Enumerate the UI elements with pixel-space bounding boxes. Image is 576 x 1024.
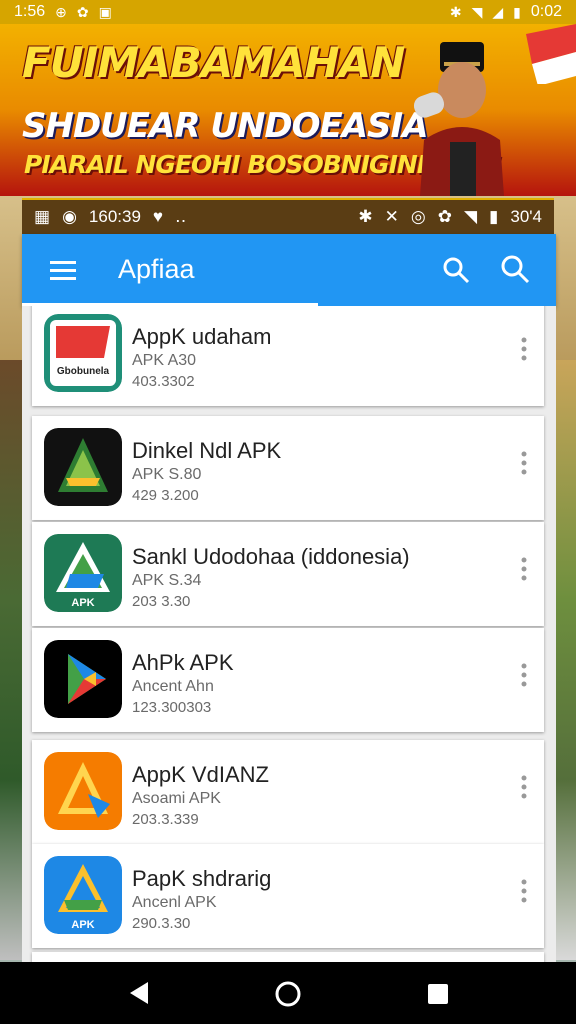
app-subtitle: Asoami APK (132, 790, 221, 807)
list-item[interactable]: APK PapK shdrarig Ancenl APK 290.3.30 (32, 844, 544, 948)
app-name: PapK shdrarig (132, 866, 272, 891)
app-icon: APK (44, 856, 122, 934)
more-options-icon[interactable] (520, 774, 528, 800)
more-options-icon[interactable] (520, 336, 528, 362)
settings-icon: ✿ (437, 207, 452, 226)
app-icon-text: Gbobunela (57, 366, 110, 377)
list-item[interactable]: Dinkel Ndl APK APK S.80 429 3.200 (32, 416, 544, 520)
status-time: 1:56 (14, 3, 46, 20)
list-item[interactable]: AhPk APK Ancent Ahn 123.300303 (32, 628, 544, 732)
mute-icon: ✕ (384, 207, 399, 226)
list-item-partial[interactable] (32, 952, 544, 962)
app-icon (44, 752, 122, 830)
bluetooth-icon: ✱ (449, 3, 462, 20)
app-title: Apfiaa (118, 254, 195, 284)
chart-icon: ▦ (34, 207, 51, 226)
app-meta: 429 3.200 (132, 487, 199, 504)
banner-headline: FUIMABAMAHAN (22, 38, 405, 87)
more-options-icon[interactable] (520, 556, 528, 582)
app-name: AppK udaham (132, 324, 272, 349)
app-icon-text: APK (71, 919, 94, 931)
secondary-status-strip: ▦ ◉ 160:39 ♥ ‥ ✱ ✕ ◎ ✿ ◥ ▮ 30'4 (22, 198, 554, 234)
search-icon[interactable] (442, 256, 470, 284)
banner-subheadline: SHDUEAR UNDOEASIA (22, 106, 429, 146)
app-name: Sankl Udodohaa (iddonesia) (132, 544, 410, 569)
more-dots-icon: ‥ (175, 207, 187, 226)
back-icon[interactable] (126, 980, 152, 1006)
app-notification-icon: ✿ (76, 3, 89, 20)
app-icon: Gbobunela (44, 314, 122, 392)
app-meta: 290.3.30 (132, 915, 191, 932)
app-icon-text: APK (71, 597, 94, 609)
app-subtitle: APK A30 (132, 352, 197, 369)
clock-icon: ◉ (62, 207, 77, 226)
home-icon[interactable] (274, 980, 302, 1008)
list-item[interactable]: AppK VdIANZ Asoami APK 203.3.339 (32, 740, 544, 844)
status-clock: 0:02 (530, 3, 562, 20)
battery-icon: ▮ (513, 3, 521, 20)
app-bar: Apfiaa (22, 234, 556, 306)
notification-icon: ⊕ (55, 3, 67, 20)
more-options-icon[interactable] (520, 450, 528, 476)
app-subtitle: APK S.80 (132, 466, 202, 483)
recent-apps-icon[interactable] (426, 982, 450, 1006)
app-icon (44, 428, 122, 506)
app-subtitle: APK S.34 (132, 572, 202, 589)
app-meta: 203.3.339 (132, 811, 199, 828)
app-subtitle: Ancenl APK (132, 894, 217, 911)
app-subtitle: Ancent Ahn (132, 678, 214, 695)
bluetooth-icon: ✱ (358, 207, 373, 226)
navigation-bar (0, 962, 576, 1024)
app-meta: 123.300303 (132, 699, 212, 716)
app-meta: 403.3302 (132, 373, 195, 390)
flag-icon (526, 24, 576, 84)
more-options-icon[interactable] (520, 878, 528, 904)
app-icon: APK (44, 534, 122, 612)
promo-banner[interactable]: FUIMABAMAHAN SHDUEAR UNDOEASIA PIARAIL N… (0, 24, 576, 196)
signal-icon: ◢ (492, 3, 504, 20)
person-illustration (413, 42, 504, 196)
wifi-icon: ◥ (471, 3, 483, 20)
wifi-icon: ◥ (463, 207, 478, 226)
more-options-icon[interactable] (520, 662, 528, 688)
app-meta: 203 3.30 (132, 593, 191, 610)
list-item[interactable]: APK Sankl Udodohaa (iddonesia) APK S.34 … (32, 522, 544, 626)
app-icon (44, 640, 122, 718)
list-item[interactable]: Gbobunela AppK udaham APK A30 403.3302 (32, 306, 544, 406)
menu-icon[interactable] (50, 258, 76, 282)
location-icon: ♥ (152, 207, 163, 226)
app-name: AppK VdIANZ (132, 762, 269, 787)
app-name: AhPk APK (132, 650, 234, 675)
secondary-time: 160:39 (88, 207, 141, 226)
status-bar: 1:56 ⊕ ✿ ▣ ✱ ◥ ◢ ▮ 0:02 (0, 0, 576, 24)
message-icon: ▣ (98, 3, 112, 20)
search-icon[interactable] (500, 254, 530, 284)
alarm-icon: ◎ (410, 207, 426, 226)
app-list: Gbobunela AppK udaham APK A30 403.3302 D… (22, 306, 556, 962)
app-name: Dinkel Ndl APK (132, 438, 282, 463)
secondary-battery-level: 30'4 (510, 207, 542, 226)
battery-icon: ▮ (489, 207, 499, 226)
